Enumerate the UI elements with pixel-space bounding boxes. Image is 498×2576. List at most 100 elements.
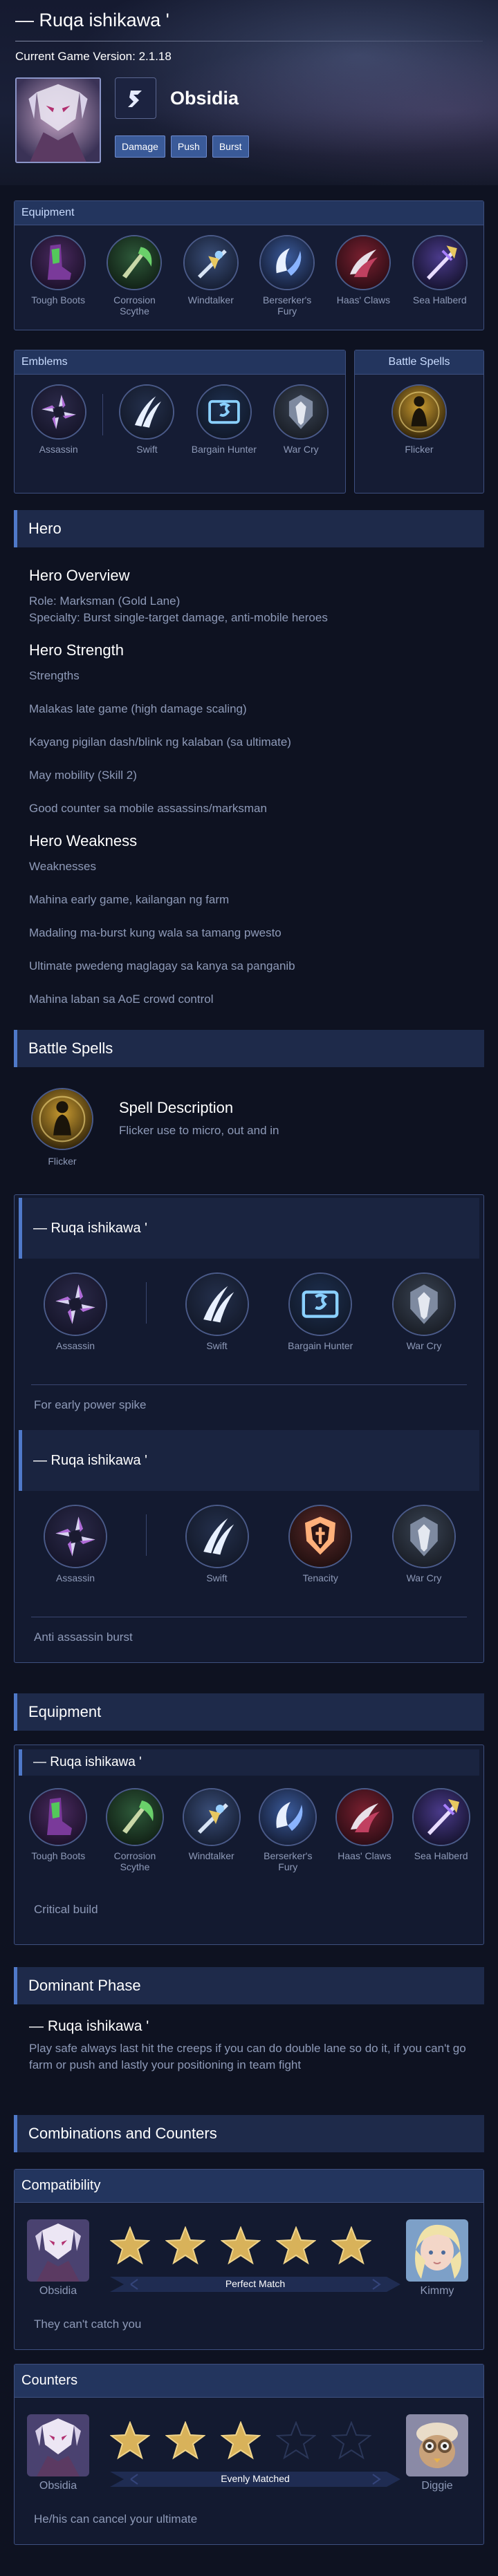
compat-note: They can't catch you: [34, 2318, 142, 2331]
equipment-item[interactable]: Corrosion Scythe: [101, 235, 167, 317]
strengths-label: Strengths: [29, 669, 80, 682]
counters-verdict: Evenly Matched: [221, 2473, 290, 2484]
equipment-item-label: Haas' Claws: [336, 294, 391, 305]
star-filled-icon: [275, 2226, 317, 2268]
dominant-phase-header: Dominant Phase: [14, 1967, 484, 2004]
hero-strength-title: Hero Strength: [29, 641, 124, 659]
emblem-item[interactable]: War Cry: [391, 1272, 457, 1351]
emblems-summary-title: Emblems: [15, 350, 345, 375]
equipment-summary-panel: Equipment Tough Boots Corrosion Scythe Win…: [14, 200, 484, 330]
equipment-item[interactable]: Sea Halberd: [407, 235, 473, 317]
counters-stars: [109, 2420, 400, 2463]
emblem-item[interactable]: Assassin: [42, 1272, 109, 1351]
bargain-hunter-icon: [196, 384, 252, 440]
emblem-item-label: Assassin: [55, 1340, 95, 1351]
equipment-item[interactable]: Corrosion Scythe: [102, 1788, 168, 1872]
equipment-item-label: Windtalker: [188, 1850, 234, 1861]
emblem-build-1-note: For early power spike: [34, 1398, 147, 1411]
scythe-icon: [105, 1788, 164, 1846]
emblem-item[interactable]: Assassin: [42, 1505, 109, 1583]
emblem-build-2-note: Anti assassin burst: [34, 1630, 133, 1644]
strength-item: Kayang pigilan dash/blink ng kalaban (sa…: [29, 735, 291, 749]
tag-push: Push: [170, 135, 207, 158]
star-filled-icon: [165, 2226, 206, 2268]
emblem-item[interactable]: Tenacity: [287, 1505, 353, 1583]
counters-panel: Counters Obsidia Evenly Matched Diggie H…: [14, 2364, 484, 2545]
compat-stars: [109, 2226, 400, 2268]
strength-item: Malakas late game (high damage scaling): [29, 702, 247, 715]
emblem-item-label: Bargain Hunter: [191, 444, 257, 455]
equipment-item[interactable]: Windtalker: [178, 235, 244, 317]
emblem-item[interactable]: War Cry: [268, 384, 334, 455]
counters-right-hero[interactable]: Diggie: [406, 2414, 468, 2492]
counters-left-name: Obsidia: [39, 2480, 77, 2492]
emblem-build-1-items: Assassin Swift Bargain Hunter War Cry: [42, 1272, 457, 1351]
compatibility-panel: Compatibility Obsidia Perfect Match Kimm…: [14, 2169, 484, 2350]
equipment-item[interactable]: Haas' Claws: [331, 1788, 398, 1872]
star-filled-icon: [220, 2226, 261, 2268]
battle-spell-item[interactable]: Flicker: [386, 384, 452, 455]
compat-left-hero[interactable]: Obsidia: [27, 2219, 89, 2297]
weakness-item: Ultimate pwedeng maglagay sa kanya sa pa…: [29, 959, 295, 972]
emblem-item[interactable]: War Cry: [391, 1505, 457, 1583]
counters-verdict-bar: Evenly Matched: [110, 2472, 400, 2487]
star-filled-icon: [331, 2226, 372, 2268]
berserker-icon: [259, 1788, 317, 1846]
emblem-item[interactable]: Bargain Hunter: [191, 384, 257, 455]
tag-burst: Burst: [212, 135, 249, 158]
claws-icon: [335, 235, 391, 290]
claws-icon: [335, 1788, 394, 1846]
emblem-item[interactable]: Assassin: [26, 384, 92, 455]
halberd-icon: [412, 235, 468, 290]
emblem-item[interactable]: Swift: [184, 1505, 250, 1583]
emblem-item[interactable]: Swift: [184, 1272, 250, 1351]
berserker-icon: [259, 235, 315, 290]
hero-portrait[interactable]: [15, 77, 101, 163]
bargain-hunter-icon: [288, 1272, 353, 1336]
hero-header: — Ruqa ishikawa ' Current Game Version: …: [0, 0, 498, 185]
page-title: — Ruqa ishikawa ': [15, 10, 169, 30]
flicker-icon: [391, 384, 447, 440]
weakness-item: Mahina early game, kailangan ng farm: [29, 893, 230, 906]
equipment-build-panel: — Ruqa ishikawa ' Tough Boots Corrosion S…: [14, 1745, 484, 1945]
counters-rating: Evenly Matched: [109, 2420, 400, 2487]
compat-right-hero[interactable]: Kimmy: [406, 2219, 468, 2297]
equipment-item[interactable]: Tough Boots: [25, 1788, 91, 1872]
equipment-item[interactable]: Berserker's Fury: [254, 235, 320, 317]
dominant-phase-text: Play safe always last hit the creeps if …: [29, 2042, 466, 2071]
equipment-item[interactable]: Haas' Claws: [330, 235, 396, 317]
weakness-item: Mahina laban sa AoE crowd control: [29, 993, 214, 1006]
emblem-item-label: Swift: [206, 1572, 228, 1583]
emblem-item-label: War Cry: [406, 1572, 442, 1583]
emblem-item-label: Swift: [136, 444, 158, 455]
emblem-build-2-header: — Ruqa ishikawa ': [19, 1430, 479, 1491]
marksman-role-icon: [115, 77, 156, 119]
equipment-item-label: Corrosion Scythe: [113, 1850, 156, 1872]
compat-verdict: Perfect Match: [225, 2278, 286, 2289]
divider: [145, 1282, 147, 1324]
emblem-item[interactable]: Bargain Hunter: [287, 1272, 353, 1351]
hero-specialty: Specialty: Burst single-target damage, a…: [29, 611, 328, 624]
emblem-item[interactable]: Swift: [113, 384, 180, 455]
emblem-item-label: Assassin: [55, 1572, 95, 1583]
equipment-item[interactable]: Tough Boots: [25, 235, 91, 317]
assassin-emblem-icon: [30, 384, 86, 440]
compat-right-name: Kimmy: [420, 2285, 454, 2297]
equipment-build-items: Tough Boots Corrosion Scythe Windtalker Ber…: [15, 1788, 485, 1872]
counters-left-hero[interactable]: Obsidia: [27, 2414, 89, 2492]
boots-icon: [29, 1788, 88, 1846]
battle-spells-summary-items: Flicker: [355, 375, 483, 462]
emblems-summary-items: Assassin Swift Bargain Hunter War Cry: [15, 375, 345, 462]
equipment-build-header: — Ruqa ishikawa ': [19, 1749, 479, 1776]
game-version: Current Game Version: 2.1.18: [15, 50, 172, 63]
emblem-build-2-items: Assassin Swift Tenacity War Cry: [42, 1505, 457, 1583]
strength-item: Good counter sa mobile assassins/marksma…: [29, 802, 267, 815]
emblem-build-1-header: — Ruqa ishikawa ': [19, 1198, 479, 1259]
equipment-item[interactable]: Sea Halberd: [408, 1788, 474, 1872]
battle-spell-flicker[interactable]: Flicker: [28, 1088, 97, 1167]
dominant-phase-body: — Ruqa ishikawa ' Play safe always last …: [29, 2018, 472, 2074]
equipment-item[interactable]: Berserker's Fury: [255, 1788, 321, 1872]
emblem-build-2-author: — Ruqa ishikawa ': [33, 1452, 147, 1468]
star-empty-icon: [331, 2420, 372, 2463]
equipment-item[interactable]: Windtalker: [178, 1788, 245, 1872]
